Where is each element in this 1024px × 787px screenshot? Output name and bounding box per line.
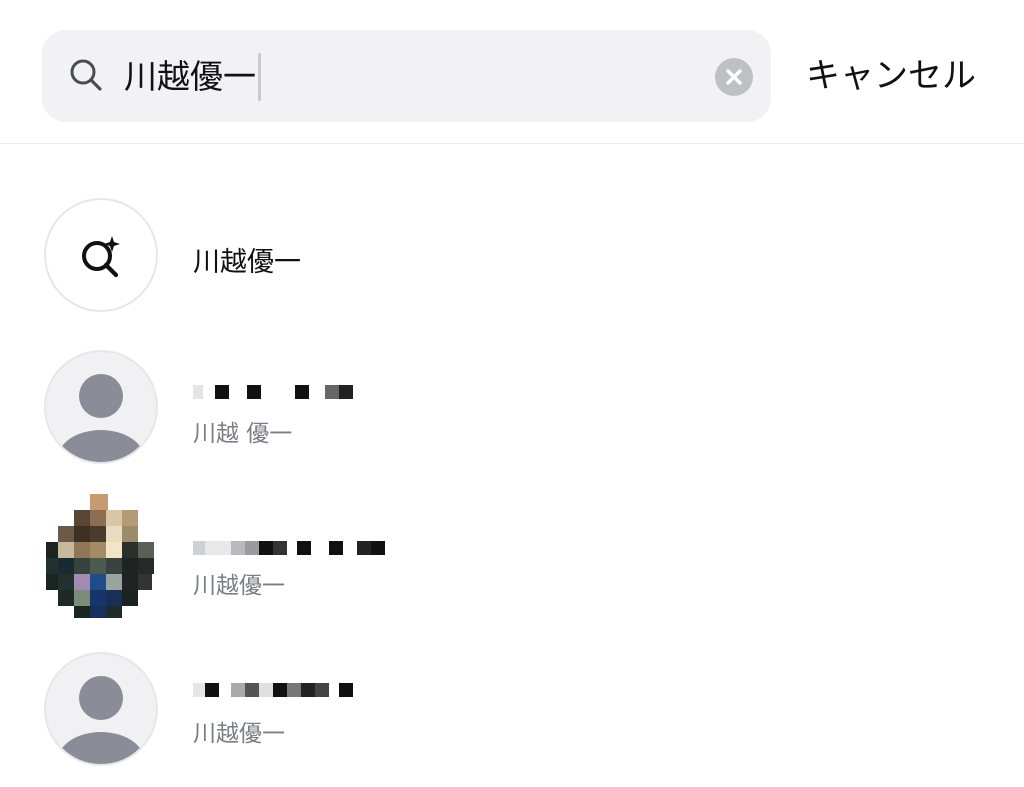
search-suggestion-row[interactable]: 川越優一	[0, 192, 1024, 322]
search-header: 川越優一 キャンセル	[0, 0, 1024, 144]
avatar	[44, 652, 158, 766]
contact-row[interactable]: 川越優一	[0, 646, 1024, 776]
contact-row[interactable]: 川越優一	[0, 490, 1024, 620]
search-query-text: 川越優一	[124, 57, 256, 96]
clear-search-button[interactable]	[715, 58, 753, 96]
search-field[interactable]: 川越優一	[42, 30, 771, 122]
search-sparkle-icon	[82, 236, 120, 278]
avatar	[44, 350, 158, 464]
contact-name-redacted	[193, 536, 385, 560]
suggestion-icon-circle	[44, 198, 158, 312]
person-icon	[57, 676, 145, 764]
contact-subtitle: 川越優一	[193, 573, 285, 599]
clear-icon	[726, 69, 742, 85]
avatar-image	[46, 494, 154, 618]
suggestion-label: 川越優一	[193, 247, 301, 278]
cancel-button[interactable]: キャンセル	[806, 52, 976, 100]
avatar-photo	[46, 494, 156, 618]
contact-row[interactable]: 川越 優一	[0, 344, 1024, 474]
contact-name-redacted	[193, 380, 365, 404]
search-screen: 川越優一 キャンセル 川越優一 川越 優一 川越優一 川越優一	[0, 0, 1024, 787]
text-caret	[258, 53, 261, 101]
contact-subtitle: 川越優一	[193, 721, 285, 747]
contact-subtitle: 川越 優一	[193, 421, 293, 447]
search-icon	[68, 57, 104, 93]
search-input[interactable]: 川越優一	[124, 52, 261, 102]
contact-name-redacted	[193, 678, 353, 702]
person-icon	[57, 374, 145, 462]
